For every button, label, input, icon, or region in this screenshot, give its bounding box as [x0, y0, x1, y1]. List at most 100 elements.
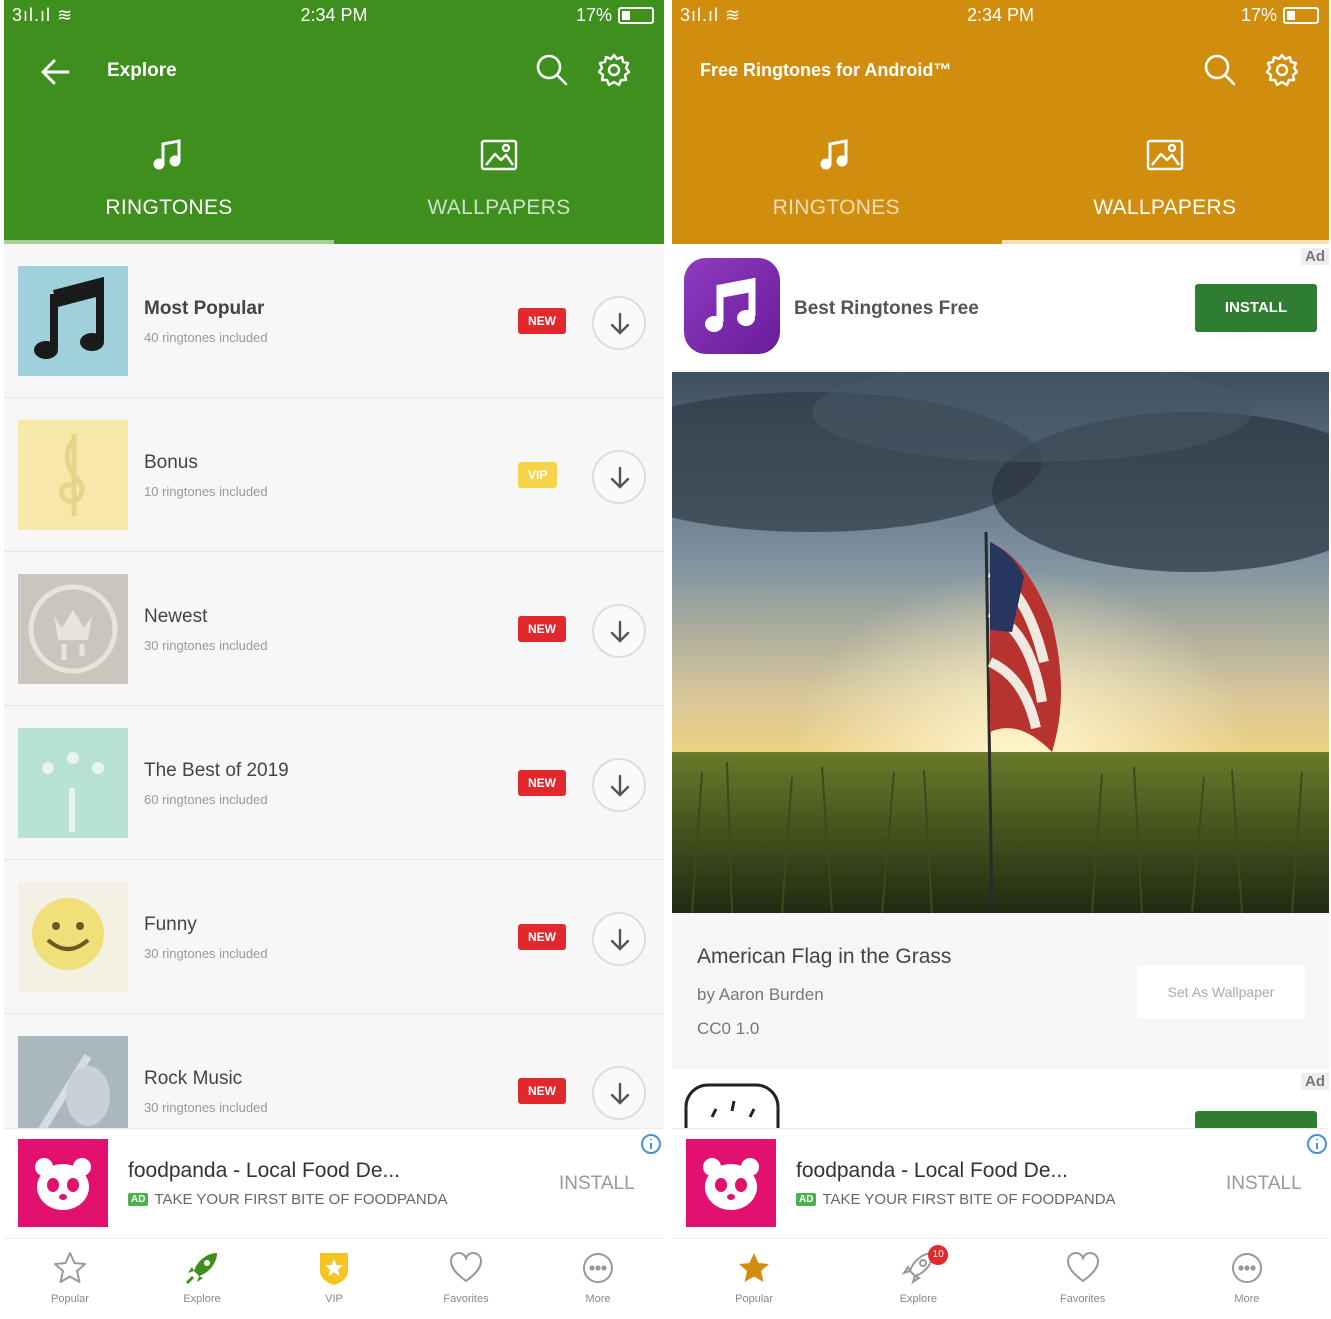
tab-label: WALLPAPERS: [1093, 196, 1237, 219]
music-note-icon: [34, 276, 104, 359]
download-arrow-icon: [610, 620, 630, 643]
status-bar: 3ıl.ıl ≋ 2:34 PM 17%: [4, 0, 664, 30]
wallpaper-author: by Aaron Burden: [697, 985, 824, 1004]
info-icon[interactable]: [1306, 1133, 1328, 1155]
nav-popular[interactable]: Popular: [4, 1239, 136, 1319]
more-icon: [583, 1253, 613, 1283]
tab-ringtones[interactable]: RINGTONES: [4, 114, 334, 244]
new-badge: NEW: [518, 1078, 566, 1104]
rocket-icon: [185, 1253, 217, 1285]
star-outline-icon: [54, 1252, 86, 1283]
native-ad[interactable]: Ad Best Ringtones Free INSTALL: [672, 244, 1329, 370]
set-as-wallpaper-button[interactable]: Set As Wallpaper: [1137, 965, 1305, 1019]
install-button[interactable]: INSTALL: [1195, 284, 1317, 332]
status-bar: 3ıl.ıl ≋ 2:34 PM 17%: [672, 0, 1329, 30]
ad-install-button[interactable]: INSTALL: [559, 1173, 635, 1195]
battery-percent: 17%: [575, 5, 612, 25]
download-button[interactable]: [592, 758, 646, 812]
category-name: Newest: [144, 606, 208, 627]
back-arrow-icon[interactable]: [34, 50, 78, 94]
ad-chip: AD: [796, 1193, 817, 1206]
list-item[interactable]: Funny 30 ringtones included NEW: [4, 860, 664, 1014]
category-name: Most Popular: [144, 298, 265, 319]
new-badge: NEW: [518, 616, 566, 642]
download-button[interactable]: [592, 296, 646, 350]
tab-label: WALLPAPERS: [427, 196, 571, 219]
native-ad-second[interactable]: Ad: [672, 1069, 1329, 1129]
nav-label: Explore: [899, 1293, 938, 1305]
music-note-icon: [705, 277, 756, 332]
download-button[interactable]: [592, 450, 646, 504]
nav-explore[interactable]: 10 Explore: [836, 1239, 1000, 1319]
download-arrow-icon: [610, 1082, 630, 1105]
list-item[interactable]: Rock Music 30 ringtones included NEW: [4, 1014, 664, 1128]
nav-explore[interactable]: Explore: [136, 1239, 268, 1319]
status-time: 2:34 PM: [300, 5, 368, 25]
battery-indicator: 17%: [576, 5, 654, 26]
category-name: Funny: [144, 914, 197, 935]
list-item[interactable]: Bonus 10 ringtones included VIP: [4, 398, 664, 552]
category-thumbnail: [18, 1036, 128, 1128]
gear-icon[interactable]: [1262, 50, 1302, 90]
app-bar: Explore: [4, 30, 664, 114]
image-icon: [1146, 139, 1183, 171]
wallpapers-screen: 3ıl.ıl ≋ 2:34 PM 17% Free Ringtones for …: [672, 0, 1329, 1319]
download-arrow-icon: [610, 312, 630, 335]
info-icon[interactable]: [640, 1133, 662, 1155]
page-title: Free Ringtones for Android™: [700, 60, 952, 80]
list-item[interactable]: Most Popular 40 ringtones included NEW: [4, 244, 664, 398]
download-button[interactable]: [592, 912, 646, 966]
app-icon: [684, 1083, 780, 1129]
tab-wallpapers[interactable]: WALLPAPERS: [1001, 114, 1330, 244]
download-button[interactable]: [592, 604, 646, 658]
heart-icon: [1066, 1251, 1099, 1283]
gear-icon[interactable]: [594, 50, 634, 90]
search-icon[interactable]: [532, 50, 572, 90]
list-item[interactable]: The Best of 2019 60 ringtones included N…: [4, 706, 664, 860]
image-icon: [480, 139, 518, 171]
nav-favorites[interactable]: Favorites: [400, 1239, 532, 1319]
category-name: The Best of 2019: [144, 760, 289, 781]
wallpaper-title: American Flag in the Grass: [697, 945, 952, 968]
treble-clef-icon: [59, 434, 85, 516]
search-icon[interactable]: [1200, 50, 1240, 90]
install-button[interactable]: [1195, 1111, 1317, 1129]
status-time: 2:34 PM: [966, 5, 1035, 25]
nav-label: Popular: [51, 1293, 89, 1305]
category-thumbnail: [18, 728, 128, 838]
category-count: 60 ringtones included: [144, 792, 268, 807]
ad-chip: AD: [128, 1193, 149, 1206]
app-icon: [684, 258, 780, 354]
nav-label: VIP: [325, 1293, 343, 1305]
tab-wallpapers[interactable]: WALLPAPERS: [334, 114, 664, 244]
download-button[interactable]: [592, 1066, 646, 1120]
bottom-navigation: Popular 10 Explore Favorites More: [672, 1238, 1329, 1319]
battery-icon: [1283, 7, 1319, 24]
nav-more[interactable]: More: [532, 1239, 664, 1319]
list-item[interactable]: Newest 30 ringtones included NEW: [4, 552, 664, 706]
ad-install-button[interactable]: INSTALL: [1226, 1173, 1302, 1195]
wallpaper-image[interactable]: [672, 372, 1329, 913]
tab-ringtones[interactable]: RINGTONES: [672, 114, 1001, 244]
nav-more[interactable]: More: [1165, 1239, 1329, 1319]
category-name: Bonus: [144, 452, 198, 473]
nav-label: Popular: [735, 1293, 774, 1305]
flag-photo: [672, 372, 1329, 913]
nav-label: More: [585, 1293, 611, 1305]
nav-label: Favorites: [443, 1293, 489, 1305]
banner-ad[interactable]: foodpanda - Local Food De... AD TAKE YOU…: [672, 1128, 1329, 1238]
smiley-icon: [32, 898, 104, 970]
vip-shield-icon: [320, 1253, 348, 1285]
foodpanda-logo: [18, 1139, 108, 1227]
nav-popular[interactable]: Popular: [672, 1239, 836, 1319]
banner-ad[interactable]: foodpanda - Local Food De... AD TAKE YOU…: [4, 1128, 664, 1238]
panda-icon: [703, 1158, 759, 1210]
ad-title: foodpanda - Local Food De...: [128, 1159, 401, 1182]
ad-tagline-row: AD TAKE YOUR FIRST BITE OF FOODPANDA: [796, 1191, 1116, 1208]
explore-screen: 3ıl.ıl ≋ 2:34 PM 17% Explore RINGTONES W…: [4, 0, 664, 1319]
nav-vip[interactable]: VIP: [268, 1239, 400, 1319]
category-count: 30 ringtones included: [144, 946, 268, 961]
category-count: 30 ringtones included: [144, 1100, 268, 1115]
nav-favorites[interactable]: Favorites: [1001, 1239, 1165, 1319]
ad-tagline-row: AD TAKE YOUR FIRST BITE OF FOODPANDA: [128, 1191, 448, 1208]
